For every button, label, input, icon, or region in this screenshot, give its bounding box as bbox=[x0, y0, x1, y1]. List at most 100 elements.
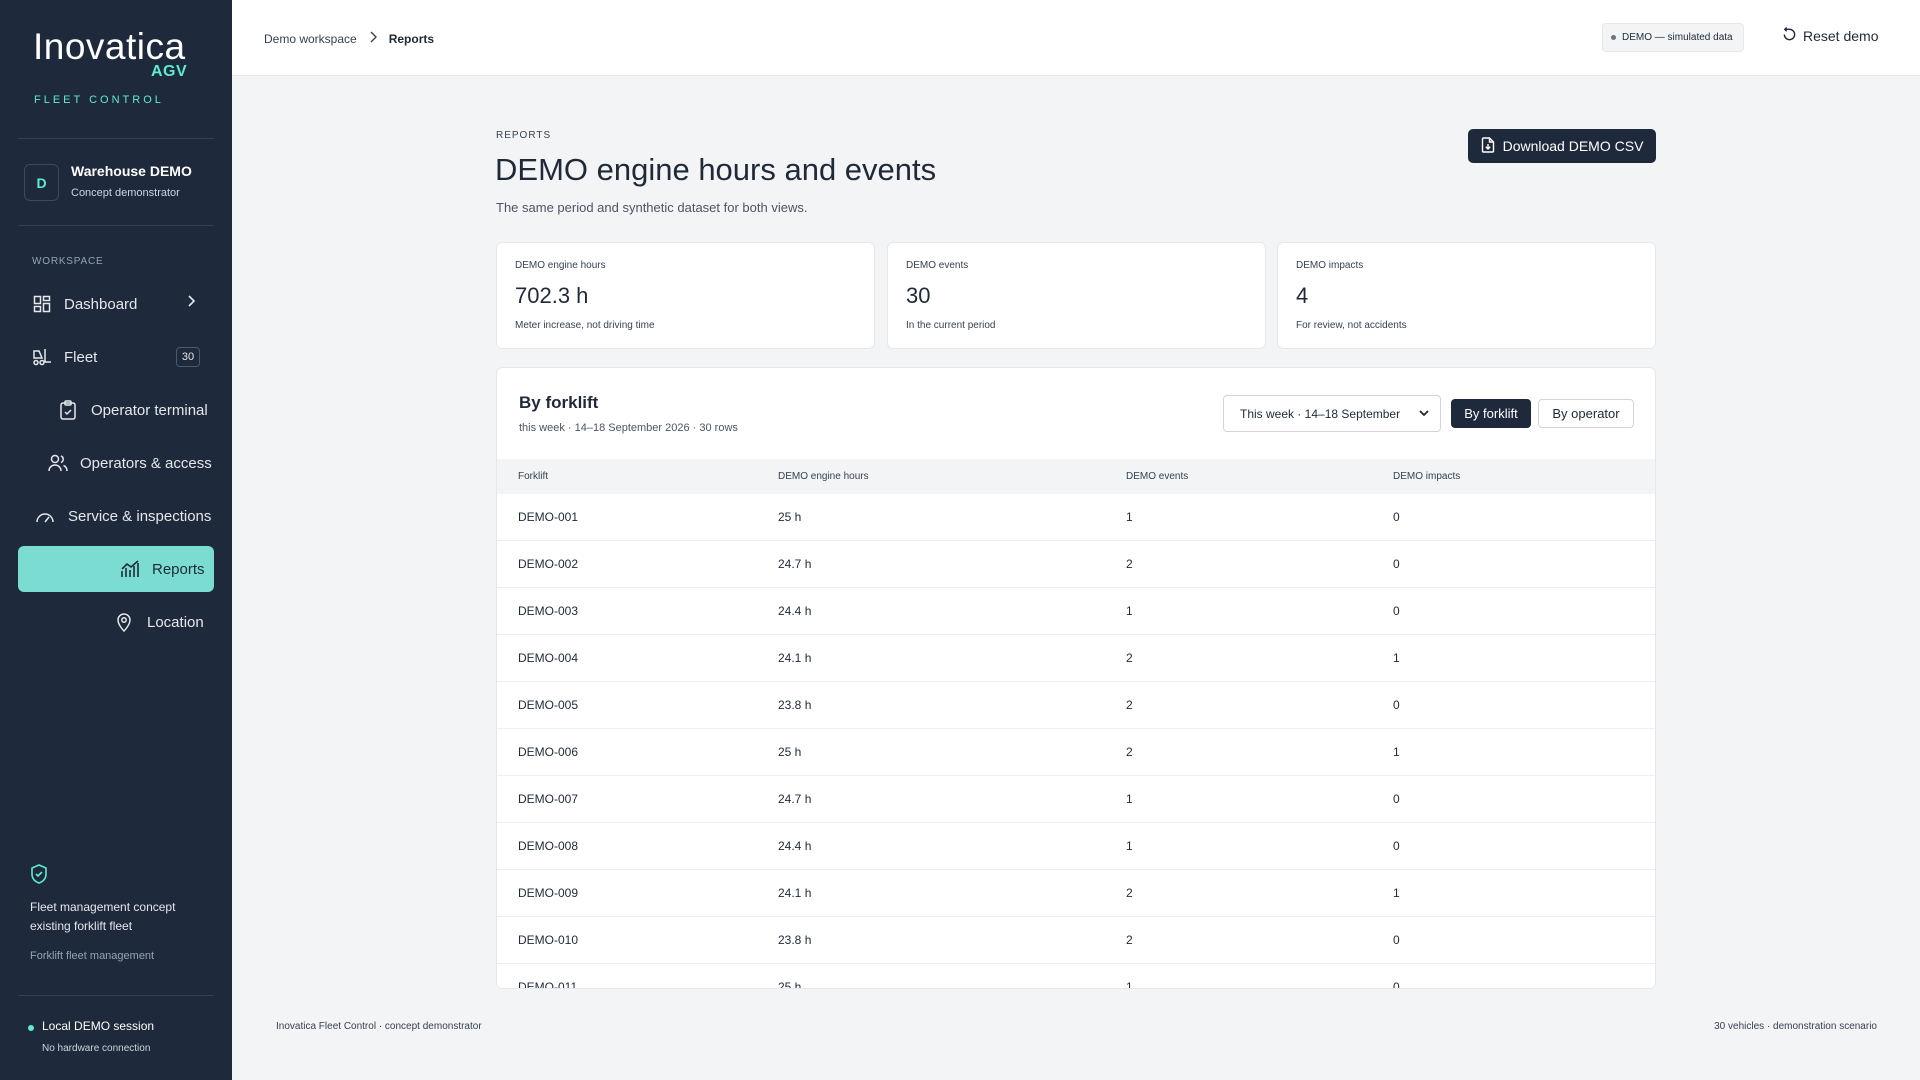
cell-impacts: 0 bbox=[1393, 510, 1400, 524]
cell-events: 2 bbox=[1126, 557, 1133, 571]
status-dot bbox=[1611, 35, 1616, 40]
brand-name: Inovatica bbox=[33, 26, 186, 67]
download-csv-label: Download DEMO CSV bbox=[1502, 138, 1644, 154]
cell-forklift: DEMO-006 bbox=[518, 745, 579, 759]
demo-badge: DEMO — simulated data bbox=[1602, 23, 1744, 52]
sidebar-footer-subtitle: Forklift fleet management bbox=[30, 950, 155, 962]
fleet-count-badge: 30 bbox=[176, 347, 200, 367]
cell-events: 2 bbox=[1126, 745, 1133, 759]
session-substatus: No hardware connection bbox=[42, 1043, 151, 1054]
table-row[interactable]: DEMO-002 24.7 h 2 0 bbox=[497, 541, 1655, 588]
sidebar-item-label: Service & inspections bbox=[68, 507, 212, 525]
sidebar-item-service-inspections[interactable]: Service & inspections bbox=[18, 493, 214, 539]
chevron-right-icon bbox=[369, 31, 377, 46]
footer-left-text: Inovatica Fleet Control · concept demons… bbox=[276, 1021, 482, 1032]
sidebar-item-fleet[interactable]: Fleet 30 bbox=[18, 334, 214, 380]
sidebar: Inovatica AGV FLEET CONTROL D Warehouse … bbox=[0, 0, 232, 1080]
sidebar-item-operators-access[interactable]: Operators & access bbox=[18, 440, 214, 486]
cell-impacts: 0 bbox=[1393, 980, 1400, 989]
footer-right-text: 30 vehicles · demonstration scenario bbox=[1714, 1021, 1877, 1032]
cell-impacts: 1 bbox=[1393, 745, 1400, 759]
table-row[interactable]: DEMO-009 24.1 h 2 1 bbox=[497, 870, 1655, 917]
cell-engine-hours: 25 h bbox=[778, 510, 802, 524]
stat-card-events: DEMO events 30 In the current period bbox=[887, 242, 1266, 349]
breadcrumb-workspace[interactable]: Demo workspace bbox=[264, 32, 357, 46]
divider bbox=[18, 138, 214, 139]
cell-impacts: 0 bbox=[1393, 698, 1400, 712]
table-row[interactable]: DEMO-005 23.8 h 2 0 bbox=[497, 682, 1655, 729]
reset-icon bbox=[1782, 26, 1797, 45]
sidebar-item-reports[interactable]: Reports bbox=[18, 546, 214, 592]
cell-forklift: DEMO-001 bbox=[518, 510, 579, 524]
workspace-name: Warehouse DEMO bbox=[71, 163, 192, 179]
sidebar-item-label: Reports bbox=[152, 560, 205, 578]
table-row[interactable]: DEMO-001 25 h 1 0 bbox=[497, 494, 1655, 541]
stat-value: 30 bbox=[906, 283, 931, 308]
stat-note: In the current period bbox=[906, 320, 996, 331]
cell-events: 2 bbox=[1126, 698, 1133, 712]
cell-engine-hours: 23.8 h bbox=[778, 698, 812, 712]
page-subtitle: The same period and synthetic dataset fo… bbox=[496, 200, 808, 215]
nav-section-label: WORKSPACE bbox=[32, 256, 104, 267]
brand-logo[interactable]: Inovatica AGV bbox=[33, 26, 187, 80]
cell-engine-hours: 24.7 h bbox=[778, 557, 812, 571]
table-body: DEMO-001 25 h 1 0 DEMO-002 24.7 h 2 0 DE… bbox=[497, 494, 1655, 989]
column-header[interactable]: DEMO engine hours bbox=[778, 471, 869, 482]
cell-events: 2 bbox=[1126, 933, 1133, 947]
report-subtitle: this week · 14–18 September 2026 · 30 ro… bbox=[519, 422, 738, 434]
chevron-right-icon bbox=[186, 294, 196, 312]
session-status-dot bbox=[28, 1025, 34, 1031]
column-header[interactable]: Forklift bbox=[518, 471, 548, 482]
workspace-subtitle: Concept demonstrator bbox=[71, 187, 180, 199]
stat-card-engine-hours: DEMO engine hours 702.3 h Meter increase… bbox=[496, 242, 875, 349]
cell-forklift: DEMO-004 bbox=[518, 651, 579, 665]
cell-forklift: DEMO-005 bbox=[518, 698, 579, 712]
table-row[interactable]: DEMO-003 24.4 h 1 0 bbox=[497, 588, 1655, 635]
stat-label: DEMO engine hours bbox=[515, 260, 606, 271]
stat-card-impacts: DEMO impacts 4 For review, not accidents bbox=[1277, 242, 1656, 349]
cell-impacts: 1 bbox=[1393, 651, 1400, 665]
workspace-card[interactable]: D Warehouse DEMO Concept demonstrator bbox=[24, 163, 220, 207]
page-eyebrow: REPORTS bbox=[496, 130, 552, 141]
period-select[interactable]: This week · 14–18 September bbox=[1223, 395, 1441, 432]
cell-forklift: DEMO-009 bbox=[518, 886, 579, 900]
report-panel: By forklift this week · 14–18 September … bbox=[496, 367, 1656, 989]
cell-impacts: 0 bbox=[1393, 792, 1400, 806]
report-title: By forklift bbox=[519, 393, 599, 412]
breadcrumb: Demo workspace Reports bbox=[264, 31, 434, 46]
cell-forklift: DEMO-011 bbox=[518, 980, 578, 989]
sidebar-item-operator-terminal[interactable]: Operator terminal bbox=[18, 387, 214, 433]
table-row[interactable]: DEMO-006 25 h 2 1 bbox=[497, 729, 1655, 776]
cell-impacts: 0 bbox=[1393, 557, 1400, 571]
download-csv-button[interactable]: Download DEMO CSV bbox=[1468, 129, 1656, 163]
view-by-forklift-button[interactable]: By forklift bbox=[1451, 399, 1531, 428]
cell-events: 1 bbox=[1126, 604, 1133, 618]
stat-label: DEMO events bbox=[906, 260, 969, 271]
gauge-icon bbox=[35, 506, 55, 526]
sidebar-item-location[interactable]: Location bbox=[18, 599, 214, 645]
view-by-operator-button[interactable]: By operator bbox=[1538, 399, 1634, 428]
reset-demo-button[interactable]: Reset demo bbox=[1782, 26, 1878, 45]
table-row[interactable]: DEMO-011 25 h 1 0 bbox=[497, 964, 1655, 989]
sidebar-item-label: Fleet bbox=[64, 348, 98, 366]
sidebar-item-dashboard[interactable]: Dashboard bbox=[18, 281, 214, 327]
shield-check-icon bbox=[30, 864, 48, 889]
table-row[interactable]: DEMO-004 24.1 h 2 1 bbox=[497, 635, 1655, 682]
sidebar-item-label: Location bbox=[147, 613, 204, 631]
dashboard-icon bbox=[32, 294, 52, 314]
table-row[interactable]: DEMO-007 24.7 h 1 0 bbox=[497, 776, 1655, 823]
table-row[interactable]: DEMO-010 23.8 h 2 0 bbox=[497, 917, 1655, 964]
table-row[interactable]: DEMO-008 24.4 h 1 0 bbox=[497, 823, 1655, 870]
cell-impacts: 0 bbox=[1393, 604, 1400, 618]
cell-forklift: DEMO-003 bbox=[518, 604, 579, 618]
workspace-avatar: D bbox=[24, 164, 59, 201]
cell-engine-hours: 24.1 h bbox=[778, 886, 812, 900]
column-header[interactable]: DEMO events bbox=[1126, 471, 1188, 482]
column-header[interactable]: DEMO impacts bbox=[1393, 471, 1460, 482]
session-status: Local DEMO session bbox=[42, 1019, 155, 1033]
divider bbox=[18, 995, 214, 996]
cell-events: 2 bbox=[1126, 651, 1133, 665]
cell-events: 1 bbox=[1126, 510, 1133, 524]
cell-impacts: 0 bbox=[1393, 839, 1400, 853]
forklift-icon bbox=[32, 347, 52, 367]
